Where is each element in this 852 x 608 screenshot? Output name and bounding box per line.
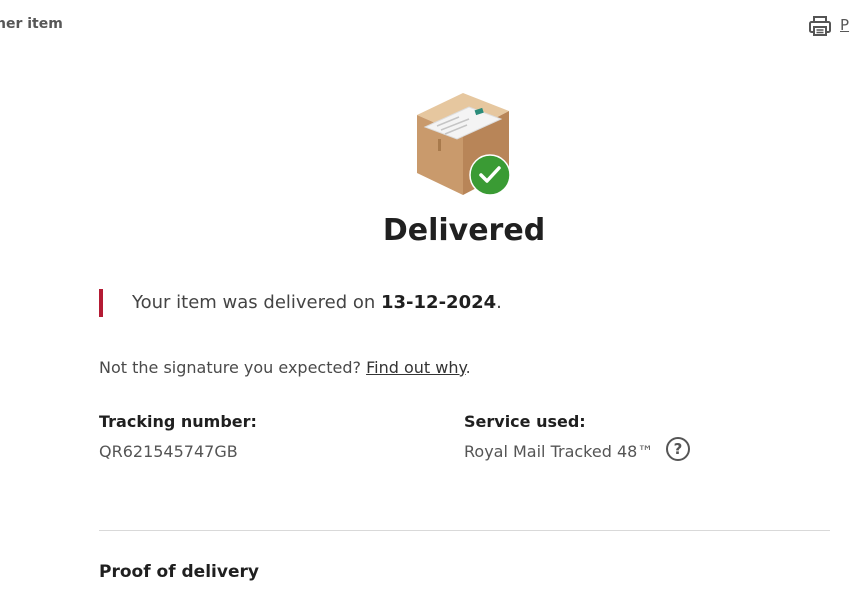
signature-question-suffix: . — [465, 358, 471, 377]
package-icon — [417, 93, 511, 196]
tracking-number-label: Tracking number: — [99, 412, 257, 431]
service-used-label: Service used: — [464, 412, 586, 431]
signature-question-text: Not the signature you expected? — [99, 358, 367, 377]
signature-question: Not the signature you expected? Find out… — [99, 358, 471, 377]
print-button[interactable]: P — [808, 14, 849, 38]
service-used-value: Royal Mail Tracked 48™ — [464, 442, 654, 461]
section-divider — [99, 530, 830, 531]
track-another-item-link[interactable]: her item — [0, 16, 63, 32]
proof-of-delivery-title: Proof of delivery — [99, 562, 259, 582]
find-out-why-link[interactable]: Find out why — [366, 358, 466, 377]
delivery-notice-suffix: . — [496, 292, 502, 313]
print-label[interactable]: P — [840, 14, 849, 36]
delivery-notice-text: Your item was delivered on — [132, 292, 381, 313]
service-help-icon[interactable]: ? — [666, 437, 690, 461]
delivery-notice: Your item was delivered on 13-12-2024. — [99, 289, 502, 317]
delivery-status-title: Delivered — [382, 213, 546, 248]
delivery-date: 13-12-2024 — [381, 292, 497, 313]
tracking-number-value: QR621545747GB — [99, 442, 238, 461]
tracking-page: her item P Delivered Your item was deliv… — [0, 0, 852, 608]
printer-icon — [809, 16, 831, 36]
